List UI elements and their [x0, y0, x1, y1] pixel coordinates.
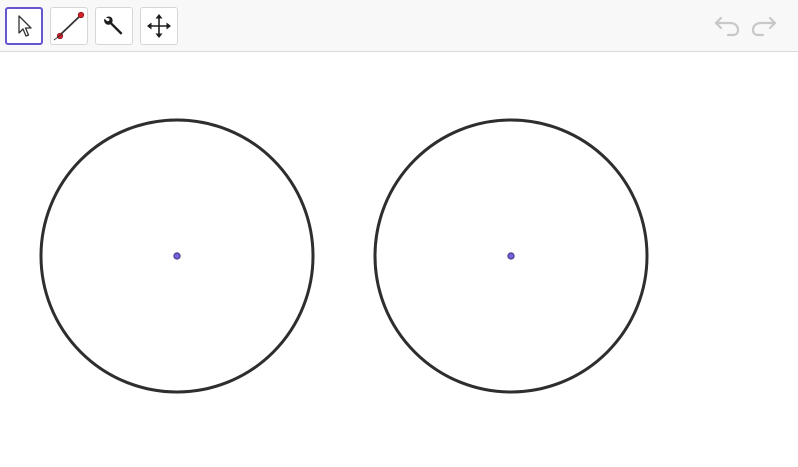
redo-button[interactable] — [749, 12, 779, 42]
graphics-canvas[interactable] — [0, 53, 798, 467]
graphics-view[interactable] — [0, 53, 798, 467]
geogebra-app — [0, 0, 798, 467]
toolbar — [0, 0, 798, 52]
wrench-icon — [102, 14, 126, 38]
center-point-left[interactable] — [173, 252, 181, 260]
segment-tool-button[interactable] — [50, 7, 88, 45]
move-arrows-icon — [146, 13, 172, 39]
center-point-right[interactable] — [507, 252, 515, 260]
move-graphics-view-button[interactable] — [140, 7, 178, 45]
redo-icon — [749, 12, 779, 42]
tools-menu-button[interactable] — [95, 7, 133, 45]
move-tool-button[interactable] — [5, 7, 43, 45]
segment-icon — [52, 9, 86, 43]
undo-icon — [712, 12, 742, 42]
undo-button[interactable] — [712, 12, 742, 42]
arrow-cursor-icon — [14, 14, 34, 38]
